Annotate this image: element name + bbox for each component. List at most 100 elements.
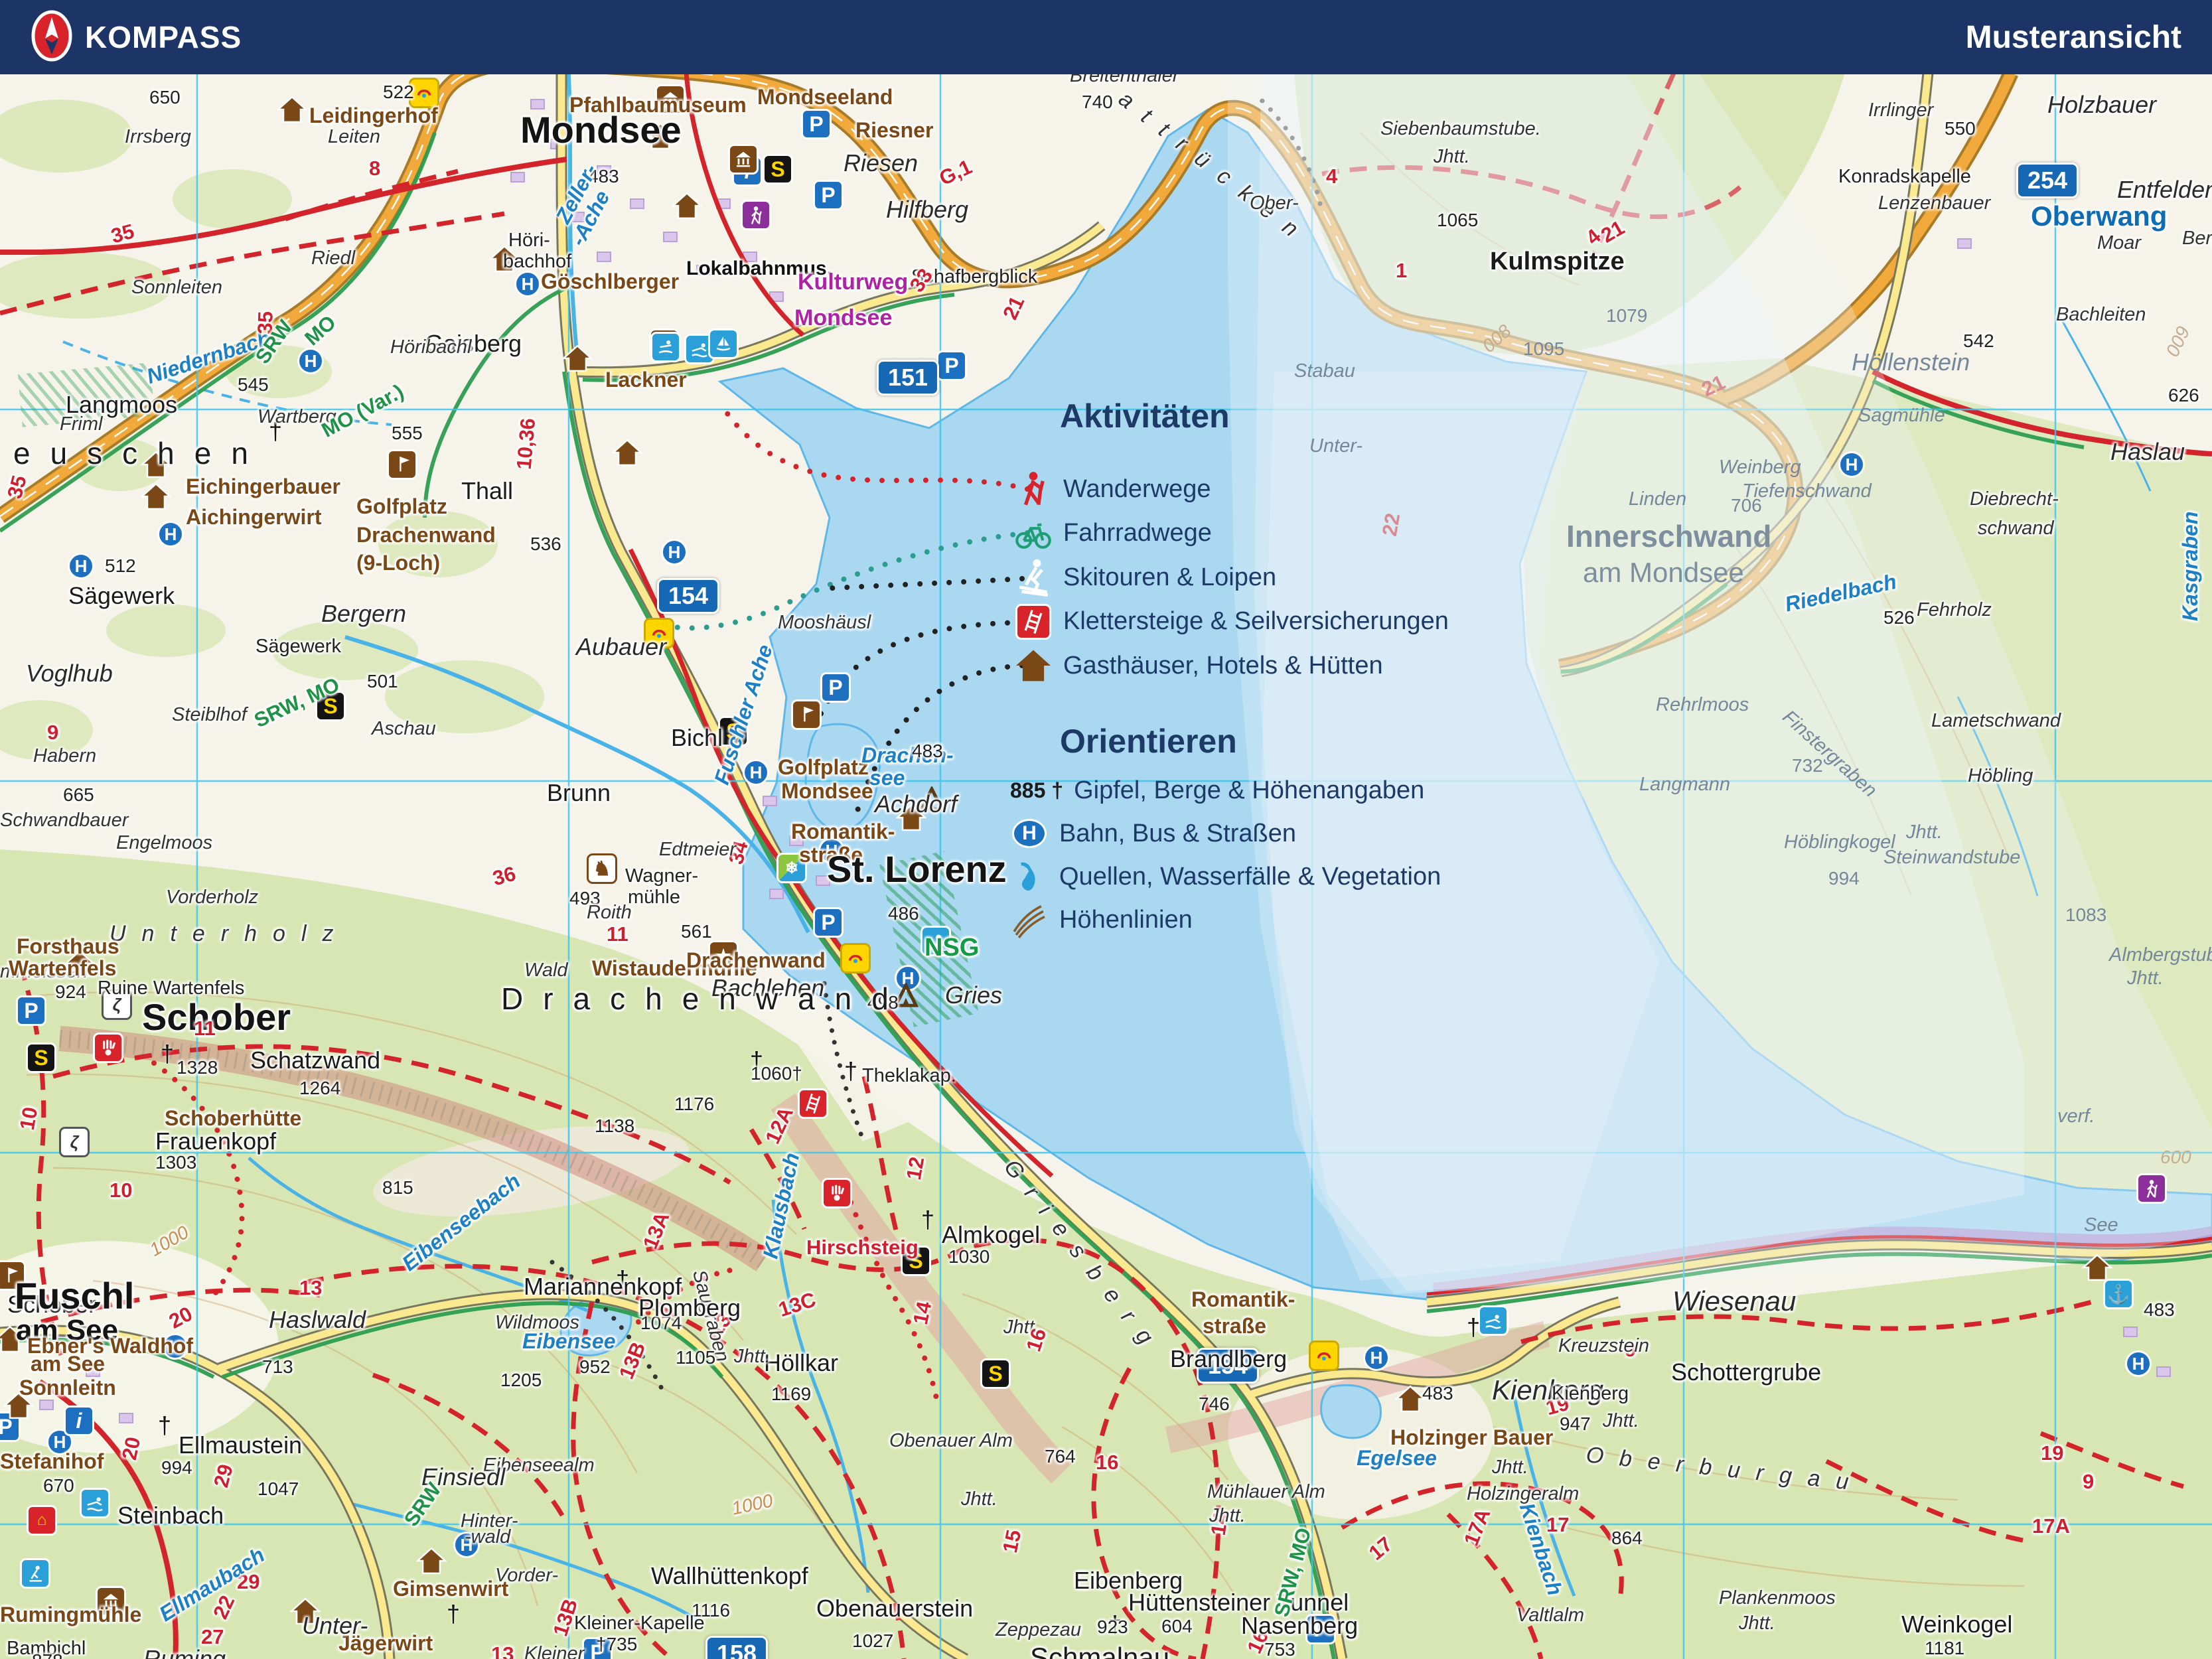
church-cross-icon: †	[921, 1206, 935, 1233]
map-label: Wallhüttenkopf	[651, 1562, 808, 1589]
hut-icon	[141, 482, 171, 510]
map-label: Göschlberger	[541, 269, 680, 293]
map-label: 994	[1828, 868, 1860, 889]
map-label: 11	[194, 1017, 216, 1040]
map-label: Höllkar	[764, 1349, 839, 1376]
map-label: Haslwald	[269, 1306, 366, 1333]
map-label: 650	[149, 87, 181, 108]
map-label: Kleiner	[524, 1643, 585, 1659]
map-label: Bichl	[671, 724, 723, 751]
road-shield: 154	[656, 578, 720, 614]
map-label: Obenauerstein	[816, 1595, 974, 1622]
map-label: Kulturweg	[798, 269, 909, 295]
info-icon: i	[64, 1406, 94, 1436]
map-label: 1181	[1925, 1638, 1965, 1658]
map-label: 740	[1082, 92, 1113, 112]
map-canvas[interactable]: Aktivitäten Orientieren Wanderwege Fahrra…	[0, 0, 2212, 1659]
map-label: 1	[1396, 259, 1408, 282]
horse-riding-icon: ♞	[587, 853, 617, 884]
hut-icon	[1014, 646, 1053, 685]
map-label: 20	[117, 1435, 145, 1463]
legend-item-label: Gipfel, Berge & Höhenangaben	[1074, 776, 1425, 804]
map-label: Friml	[60, 413, 103, 435]
map-label: 1138	[595, 1116, 635, 1136]
map-label: 924	[55, 981, 86, 1002]
map-label: Schottergrube	[1671, 1358, 1822, 1386]
map-label: Habern	[33, 745, 97, 766]
map-label: Sonnleiten	[131, 277, 223, 298]
map-label: 13	[299, 1276, 323, 1299]
map-label: Brandlberg	[1170, 1345, 1288, 1372]
map-label: 526	[1883, 607, 1915, 628]
hut-icon	[672, 192, 702, 220]
bus-stop-icon: H	[1010, 814, 1049, 853]
lake-egelsee	[1320, 1384, 1382, 1439]
map-label: Hirschsteig	[806, 1236, 919, 1259]
map-label: Golfplatz	[778, 755, 869, 779]
map-label: 878	[32, 1652, 63, 1659]
map-label: Schoberhütte	[165, 1106, 302, 1130]
map-label: Schober	[142, 996, 291, 1038]
map-label: 555	[392, 423, 423, 443]
climbing-icon	[93, 1033, 123, 1063]
road-shield: 151	[876, 360, 940, 396]
map-label: Gries	[945, 981, 1003, 1009]
map-label: 670	[43, 1475, 74, 1496]
postbus-icon	[840, 943, 871, 974]
climbing-icon	[822, 1178, 852, 1208]
map-label: Höribachl	[390, 336, 472, 358]
map-label: See	[2084, 1214, 2118, 1236]
church-cross-icon: †	[446, 1600, 461, 1627]
church-cross-icon: †	[157, 1411, 172, 1439]
brand[interactable]: KOMPASS	[31, 9, 242, 66]
legend-item: Fahrradwege	[1014, 514, 1212, 553]
map-label: Brunn	[547, 779, 611, 806]
map-label: Eibensee	[522, 1329, 616, 1353]
map-label: 1095	[1523, 338, 1565, 359]
map-label: Obenauer Alm	[889, 1430, 1013, 1451]
map-label: 9	[2083, 1470, 2095, 1493]
ladder-icon	[1014, 603, 1053, 641]
map-label: Golfplatz	[356, 494, 447, 518]
map-label: Achdorf	[875, 790, 958, 818]
parking-icon: P	[16, 995, 46, 1026]
map-label: 27	[201, 1625, 224, 1648]
map-label: 12	[901, 1155, 929, 1182]
map-label: Jhtt.	[1603, 1410, 1639, 1431]
map-label: 952	[579, 1356, 611, 1377]
map-label: Entfelden	[2117, 176, 2212, 203]
legend-item: Quellen, Wasserfälle & Vegetation	[1010, 857, 1441, 896]
page: Aktivitäten Orientieren Wanderwege Fahrra…	[0, 0, 2212, 1659]
map-label: Diebrecht-	[1970, 488, 2059, 510]
map-label: Steinwandstube	[1883, 847, 2021, 868]
legend-activities-title: Aktivitäten	[1060, 397, 1230, 435]
map-label: Unter-	[1309, 435, 1363, 457]
map-label: 1169	[771, 1384, 812, 1404]
legend-orientation-title: Orientieren	[1060, 723, 1237, 760]
map-label: Forsthaus	[17, 934, 119, 958]
map-label: Kasgraben	[2178, 511, 2202, 621]
map-label: 483	[1422, 1383, 1453, 1404]
bus-stop-icon: H	[297, 348, 324, 374]
hiking-trail-icon	[741, 200, 771, 230]
parking-icon: P	[801, 109, 832, 139]
legend-item: Höhenlinien	[1010, 901, 1193, 939]
map-label: 501	[367, 671, 398, 691]
map-label: Ellmaustein	[179, 1431, 303, 1459]
map-label: Linden	[1629, 488, 1687, 510]
map-label: Konradskapelle	[1838, 166, 1971, 187]
legend-item: Gasthäuser, Hotels & Hütten	[1014, 646, 1383, 685]
map-label: Hüttensteiner Tunnel	[1128, 1589, 1349, 1616]
legend-item-label: Gasthäuser, Hotels & Hütten	[1063, 651, 1383, 680]
map-label: 1083	[2065, 904, 2107, 925]
map-label: -wald	[465, 1526, 511, 1548]
map-label: Jhtt.	[2127, 968, 2164, 989]
map-label: 1205	[500, 1370, 542, 1390]
map-label: 486	[888, 903, 919, 924]
map-label: NSG	[924, 934, 980, 962]
klettersteig-icon	[798, 1088, 828, 1119]
map-label: Irrsberg	[125, 126, 191, 147]
map-label: Zeppezau	[995, 1619, 1081, 1640]
map-label: Mondsee	[781, 779, 873, 803]
legend-item: H Bahn, Bus & Straßen	[1010, 814, 1296, 853]
